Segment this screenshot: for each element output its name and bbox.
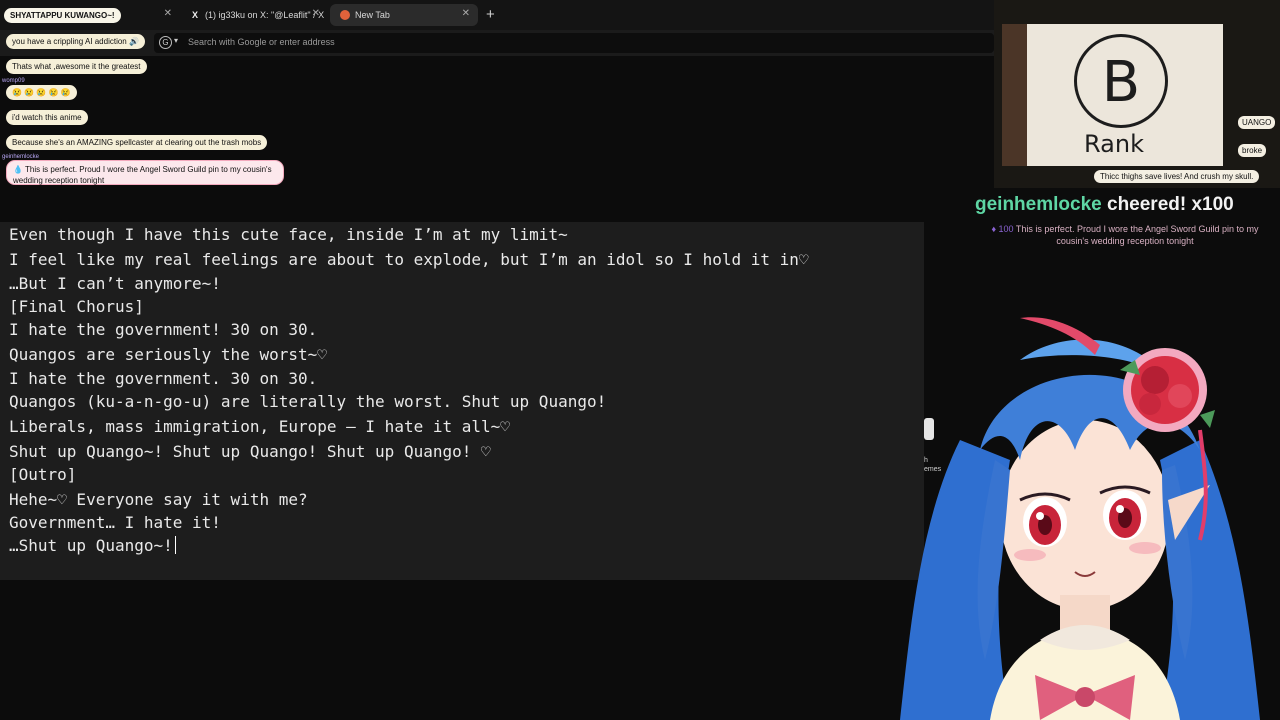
lyric-line: Hehe~♡ Everyone say it with me? <box>9 490 308 509</box>
x-logo-icon: X <box>191 10 198 20</box>
vtuber-avatar <box>900 317 1260 720</box>
chat-message: i'd watch this anime <box>6 110 88 125</box>
lyric-line: Quangos (ku-a-n-go-u) are literally the … <box>9 392 607 411</box>
firefox-icon <box>340 10 350 20</box>
lyric-line-last: …Shut up Quango~! <box>9 536 809 561</box>
address-placeholder: Search with Google or enter address <box>188 37 335 47</box>
chat-message: you have a crippling AI addiction 🔊 <box>6 34 145 49</box>
chat-message: Because she's an AMAZING spellcaster at … <box>6 135 268 150</box>
cheer-text: cheered! x100 <box>1107 194 1234 215</box>
cheer-alert: geinhemlocke cheered! x100 <box>975 194 1234 216</box>
lyric-line: Government… I hate it! <box>9 513 221 532</box>
bookshelf <box>1002 24 1028 166</box>
lyric-line: [Final Chorus] <box>9 297 144 316</box>
tab-3[interactable]: New Tab ✕ <box>330 4 478 26</box>
text-cursor <box>174 536 177 554</box>
chat-message: 😢 😢 😢 😢 😢 <box>6 85 77 100</box>
side-chat-chip: UANGO <box>1238 116 1276 129</box>
side-chat-chip: broke <box>1238 144 1267 157</box>
lyric-line: Liberals, mass immigration, Europe — I h… <box>9 417 510 436</box>
new-tab-icon[interactable]: + <box>486 6 495 23</box>
tab-2-title: (1) ig33ku on X: "@Leaflit" / X <box>205 10 325 20</box>
rank-letter: B <box>1074 34 1168 128</box>
cheer-amount: 100 <box>998 224 1014 234</box>
tab-2[interactable]: X (1) ig33ku on X: "@Leaflit" / X ✕ <box>180 4 328 26</box>
lyric-line: …But I can’t anymore~! <box>9 274 221 293</box>
cheer-username: geinhemlocke <box>975 194 1102 215</box>
cheer-message-text: This is perfect. Proud I wore the Angel … <box>1015 224 1259 246</box>
lyric-line: Even though I have this cute face, insid… <box>9 225 568 244</box>
lyric-line: [Outro] <box>9 465 77 484</box>
lyrics-text[interactable]: Even though I have this cute face, insid… <box>9 225 809 561</box>
chat-message: Thats what ,awesome it the greatest <box>6 59 147 74</box>
lyric-line: Shut up Quango~! Shut up Quango! Shut up… <box>9 442 491 461</box>
rank-word: Rank <box>1084 130 1144 158</box>
chat-message-highlighted: 💧 This is perfect. Proud I wore the Ange… <box>6 160 284 185</box>
lyric-line: I feel like my real feelings are about t… <box>9 249 809 269</box>
webcam-chat-message: Thicc thighs save lives! And crush my sk… <box>1094 170 1260 183</box>
close-icon[interactable]: ✕ <box>462 8 470 19</box>
chat-header: SHYATTAPPU KUWANGO~! <box>4 8 121 23</box>
lyric-line: I hate the government! 30 on 30. <box>9 320 318 339</box>
tab-3-title: New Tab <box>355 10 390 20</box>
cheer-message: ♦ 100 This is perfect. Proud I wore the … <box>975 223 1275 247</box>
chevron-down-icon[interactable]: ▾ <box>174 36 178 45</box>
lyric-line: I hate the government. 30 on 30. <box>9 369 318 388</box>
lyric-line: Quangos are seriously the worst~♡ <box>9 345 327 364</box>
lyric-line: …Shut up Quango~! <box>9 536 173 555</box>
google-icon: G <box>159 36 172 49</box>
close-icon[interactable]: ✕ <box>312 8 320 19</box>
address-bar[interactable]: G ▾ Search with Google or enter address <box>154 33 994 53</box>
chat-username: womp09 <box>2 78 25 84</box>
bits-icon: ♦ <box>991 224 997 234</box>
close-icon[interactable]: ✕ <box>164 8 172 19</box>
